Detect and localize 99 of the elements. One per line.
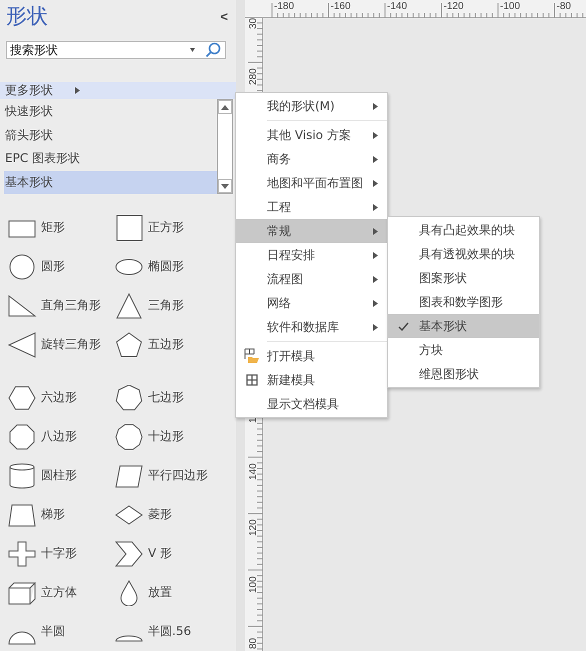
search-box[interactable]: 搜索形状 bbox=[6, 41, 226, 59]
search-input[interactable]: 搜索形状 bbox=[10, 43, 190, 57]
grid-icon bbox=[246, 374, 258, 386]
shape-label: 十边形 bbox=[148, 428, 184, 445]
menu-item[interactable]: 显示文档模具 bbox=[236, 392, 387, 416]
submenu-item[interactable]: 维恩图形状 bbox=[388, 362, 539, 386]
shape-label: 梯形 bbox=[41, 506, 65, 523]
ruler-label: -80 bbox=[556, 2, 571, 12]
submenu-item[interactable]: 具有透视效果的块 bbox=[388, 242, 539, 266]
shape-label: 半圆 bbox=[41, 623, 65, 640]
trapezoid-shape-icon[interactable] bbox=[7, 502, 37, 528]
ruler-label: 80 bbox=[249, 638, 259, 649]
submenu-item[interactable]: 图表和数学图形 bbox=[388, 290, 539, 314]
menu-item[interactable]: 网络 bbox=[236, 291, 387, 315]
shape-label: 椭圆形 bbox=[148, 258, 184, 275]
square-shape-icon[interactable] bbox=[114, 214, 144, 240]
menu-item[interactable]: 新建模具 bbox=[236, 368, 387, 392]
parallelogram-shape-icon[interactable] bbox=[114, 462, 144, 488]
submenu-arrow-icon bbox=[373, 204, 378, 210]
submenu-arrow-icon bbox=[75, 87, 80, 94]
submenu-arrow-icon bbox=[373, 276, 378, 282]
shape-label: 正方形 bbox=[148, 219, 184, 236]
submenu-item[interactable]: 基本形状 bbox=[388, 314, 539, 338]
submenu-item[interactable]: 图案形状 bbox=[388, 266, 539, 290]
shape-label: 矩形 bbox=[41, 219, 65, 236]
left-triangle-shape-icon[interactable] bbox=[7, 332, 37, 358]
decagon-shape-icon[interactable] bbox=[114, 424, 144, 450]
triangle-shape-icon[interactable] bbox=[114, 292, 144, 318]
menu-item[interactable]: 我的形状(M) bbox=[236, 94, 387, 118]
heptagon-shape-icon[interactable] bbox=[114, 384, 144, 410]
folder-grid-icon bbox=[244, 348, 260, 364]
shape-label: 半圆.56 bbox=[148, 623, 192, 640]
ruler-label: 100 bbox=[249, 576, 259, 592]
submenu-arrow-icon bbox=[373, 180, 378, 186]
shape-label: 十字形 bbox=[41, 545, 77, 562]
right-triangle-shape-icon[interactable] bbox=[7, 292, 37, 318]
shape-label: 放置 bbox=[148, 584, 172, 601]
scrollbar[interactable] bbox=[217, 99, 233, 194]
shape-label: 三角形 bbox=[148, 297, 184, 314]
submenu-arrow-icon bbox=[373, 156, 378, 162]
check-icon bbox=[398, 322, 409, 330]
menu-item[interactable]: 常规 bbox=[236, 219, 387, 243]
circle-shape-icon[interactable] bbox=[7, 254, 37, 280]
shape-label: 直角三角形 bbox=[41, 297, 101, 314]
menu-item[interactable]: 打开模具 bbox=[236, 344, 387, 368]
submenu-arrow-icon bbox=[373, 132, 378, 138]
submenu-arrow-icon bbox=[373, 228, 378, 234]
ruler-label: -180 bbox=[274, 2, 294, 12]
stencil-item[interactable]: 快速形状 bbox=[4, 100, 217, 124]
collapse-button[interactable]: < bbox=[218, 8, 230, 24]
shape-label: 八边形 bbox=[41, 428, 77, 445]
shape-label: 五边形 bbox=[148, 336, 184, 353]
menu-item[interactable]: 商务 bbox=[236, 147, 387, 171]
submenu-item[interactable]: 方块 bbox=[388, 338, 539, 362]
menu-item[interactable]: 软件和数据库 bbox=[236, 315, 387, 339]
cylinder-shape-icon[interactable] bbox=[7, 462, 37, 488]
ruler-label: 120 bbox=[249, 519, 259, 536]
dropdown-caret-icon[interactable] bbox=[190, 48, 195, 52]
shape-label: 圆柱形 bbox=[41, 467, 77, 484]
cross-shape-icon[interactable] bbox=[7, 540, 37, 566]
ruler-label: -160 bbox=[330, 2, 351, 12]
shape-label: 圆形 bbox=[41, 258, 65, 275]
stencil-item[interactable]: EPC 图表形状 bbox=[4, 147, 217, 170]
submenu-arrow-icon bbox=[373, 102, 378, 110]
shape-label: 平行四边形 bbox=[148, 467, 208, 484]
scroll-down-icon[interactable] bbox=[221, 184, 229, 188]
menu-item[interactable]: 日程安排 bbox=[236, 243, 387, 267]
shape-label: V 形 bbox=[148, 545, 172, 562]
stencil-item[interactable]: 基本形状 bbox=[4, 170, 217, 194]
submenu-item[interactable]: 具有凸起效果的块 bbox=[388, 218, 539, 242]
ruler-label: -100 bbox=[500, 2, 520, 12]
chevron-shape-icon[interactable] bbox=[114, 540, 144, 566]
shape-label: 六边形 bbox=[41, 389, 77, 406]
stencil-item[interactable]: 箭头形状 bbox=[4, 124, 217, 147]
ruler-label: -120 bbox=[444, 2, 464, 12]
shape-label: 旋转三角形 bbox=[41, 336, 101, 353]
shape-label: 菱形 bbox=[148, 506, 172, 523]
ruler-label: 140 bbox=[249, 463, 259, 480]
menu-item[interactable]: 其他 Visio 方案 bbox=[236, 123, 387, 147]
octagon-shape-icon[interactable] bbox=[7, 424, 37, 450]
scroll-up-icon[interactable] bbox=[221, 104, 229, 110]
ruler-label: 280 bbox=[249, 68, 259, 85]
submenu-arrow-icon bbox=[373, 324, 378, 330]
menu-item[interactable]: 地图和平面布置图 bbox=[236, 171, 387, 195]
more-shapes-item[interactable]: 更多形状 bbox=[0, 82, 236, 99]
cube-shape-icon[interactable] bbox=[7, 580, 37, 606]
pentagon-shape-icon[interactable] bbox=[114, 332, 144, 358]
search-icon[interactable] bbox=[205, 42, 221, 58]
ruler-label: 1 bbox=[249, 418, 259, 424]
shape-label: 七边形 bbox=[148, 389, 184, 406]
shape-label: 立方体 bbox=[41, 584, 77, 601]
hexagon-shape-icon[interactable] bbox=[7, 384, 37, 410]
ruler-label: -140 bbox=[387, 2, 408, 12]
panel-title: 形状 bbox=[6, 3, 48, 30]
submenu-arrow-icon bbox=[373, 252, 378, 258]
submenu-arrow-icon bbox=[373, 300, 378, 306]
ruler-label: 30 bbox=[249, 17, 259, 28]
menu-item[interactable]: 工程 bbox=[236, 195, 387, 219]
menu-item[interactable]: 流程图 bbox=[236, 267, 387, 291]
